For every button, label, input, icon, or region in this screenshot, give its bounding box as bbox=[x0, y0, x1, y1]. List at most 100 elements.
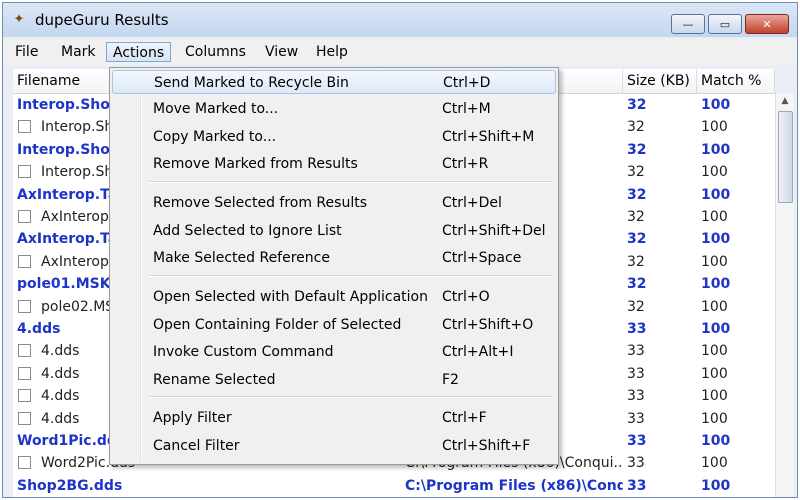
column-header-size[interactable]: Size (KB) bbox=[623, 69, 697, 93]
size-cell: 32 bbox=[627, 186, 647, 203]
menu-item-shortcut: Ctrl+F bbox=[442, 410, 487, 426]
app-icon: ✦ bbox=[13, 12, 25, 27]
menu-item-label: Apply Filter bbox=[153, 410, 232, 426]
size-cell: 33 bbox=[627, 321, 647, 337]
menu-actions[interactable]: Actions bbox=[106, 42, 172, 62]
menu-file[interactable]: File bbox=[9, 42, 44, 62]
match-cell: 100 bbox=[701, 455, 728, 472]
match-cell: 100 bbox=[701, 365, 728, 382]
match-cell: 100 bbox=[701, 186, 731, 203]
close-button[interactable]: ✕ bbox=[745, 14, 789, 34]
mark-checkbox[interactable] bbox=[18, 165, 31, 179]
menu-separator bbox=[148, 396, 552, 398]
menu-item-cancel-filter[interactable]: Cancel Filter Ctrl+Shift+F bbox=[112, 434, 556, 458]
menu-item-label: Copy Marked to... bbox=[153, 129, 277, 145]
menu-item-apply-filter[interactable]: Apply Filter Ctrl+F bbox=[112, 406, 556, 430]
size-cell: 32 bbox=[627, 119, 645, 136]
match-cell: 100 bbox=[701, 410, 728, 427]
size-cell: 32 bbox=[627, 231, 647, 248]
menu-item-send-to-recycle-bin[interactable]: Send Marked to Recycle Bin Ctrl+D bbox=[112, 70, 556, 94]
size-cell: 33 bbox=[627, 365, 645, 382]
menu-item-label: Open Selected with Default Application bbox=[153, 289, 428, 305]
menu-item-invoke-custom-command[interactable]: Invoke Custom Command Ctrl+Alt+I bbox=[112, 340, 556, 364]
mark-checkbox[interactable] bbox=[18, 210, 31, 223]
menu-item-open-with-default-app[interactable]: Open Selected with Default Application Ct… bbox=[112, 285, 556, 309]
size-cell: 33 bbox=[627, 477, 647, 494]
menu-item-label: Send Marked to Recycle Bin bbox=[154, 75, 349, 91]
menu-item-shortcut: Ctrl+O bbox=[442, 289, 490, 305]
scroll-up-icon[interactable]: ▲ bbox=[777, 93, 793, 109]
menu-item-shortcut: Ctrl+Shift+F bbox=[442, 438, 531, 454]
menu-item-open-containing-folder[interactable]: Open Containing Folder of Selected Ctrl+S… bbox=[112, 313, 556, 337]
match-cell: 100 bbox=[701, 298, 728, 315]
match-cell: 100 bbox=[701, 433, 731, 449]
menu-view[interactable]: View bbox=[259, 42, 304, 62]
actions-dropdown-menu: Send Marked to Recycle Bin Ctrl+D Move Mar… bbox=[109, 67, 559, 465]
menu-bar: File Mark Actions Columns View Help bbox=[3, 39, 797, 65]
menu-item-label: Open Containing Folder of Selected bbox=[153, 317, 402, 333]
column-header-match[interactable]: Match % bbox=[697, 69, 775, 93]
match-cell: 100 bbox=[701, 164, 728, 181]
mark-checkbox[interactable] bbox=[18, 344, 31, 358]
match-cell: 100 bbox=[701, 343, 728, 360]
match-cell: 100 bbox=[701, 209, 728, 225]
menu-separator bbox=[148, 181, 552, 183]
size-cell: 32 bbox=[627, 97, 647, 113]
match-cell: 100 bbox=[701, 276, 731, 293]
match-cell: 100 bbox=[701, 477, 731, 494]
mark-checkbox[interactable] bbox=[18, 120, 31, 134]
size-cell: 32 bbox=[627, 276, 647, 293]
size-cell: 33 bbox=[627, 410, 645, 427]
title-bar[interactable]: ✦ dupeGuru Results — ▭ ✕ bbox=[3, 3, 797, 37]
scroll-thumb[interactable] bbox=[778, 111, 793, 203]
size-cell: 32 bbox=[627, 141, 647, 158]
match-cell: 100 bbox=[701, 253, 728, 270]
menu-item-label: Move Marked to... bbox=[153, 101, 279, 117]
mark-checkbox[interactable] bbox=[18, 411, 31, 425]
minimize-button[interactable]: — bbox=[671, 14, 705, 34]
app-window: ✦ dupeGuru Results — ▭ ✕ File Mark Actio… bbox=[2, 2, 798, 498]
menu-item-shortcut: Ctrl+Alt+I bbox=[442, 344, 514, 360]
reference-row[interactable]: Shop2BG.dds C:\Program Files (x86)\Conq..… bbox=[13, 475, 775, 497]
menu-mark[interactable]: Mark bbox=[55, 42, 102, 62]
menu-item-label: Add Selected to Ignore List bbox=[153, 223, 342, 239]
match-cell: 100 bbox=[701, 231, 731, 248]
menu-item-shortcut: Ctrl+R bbox=[442, 156, 489, 172]
match-cell: 100 bbox=[701, 97, 731, 113]
match-cell: 100 bbox=[701, 388, 728, 405]
window-title: dupeGuru Results bbox=[35, 11, 169, 29]
mark-checkbox[interactable] bbox=[18, 456, 31, 470]
menu-separator bbox=[148, 275, 552, 277]
menu-item-label: Cancel Filter bbox=[153, 438, 240, 454]
menu-item-remove-marked[interactable]: Remove Marked from Results Ctrl+R bbox=[112, 152, 556, 176]
menu-item-remove-selected[interactable]: Remove Selected from Results Ctrl+Del bbox=[112, 191, 556, 215]
menu-item-shortcut: Ctrl+Shift+O bbox=[442, 317, 534, 333]
menu-help[interactable]: Help bbox=[310, 42, 354, 62]
menu-item-make-reference[interactable]: Make Selected Reference Ctrl+Space bbox=[112, 246, 556, 270]
size-cell: 33 bbox=[627, 433, 647, 449]
match-cell: 100 bbox=[701, 141, 731, 158]
mark-checkbox[interactable] bbox=[18, 254, 31, 268]
mark-checkbox[interactable] bbox=[18, 389, 31, 403]
menu-item-copy-marked[interactable]: Copy Marked to... Ctrl+Shift+M bbox=[112, 125, 556, 149]
menu-item-add-to-ignore-list[interactable]: Add Selected to Ignore List Ctrl+Shift+De… bbox=[112, 219, 556, 243]
menu-item-shortcut: Ctrl+Shift+M bbox=[442, 129, 535, 145]
match-cell: 100 bbox=[701, 119, 728, 136]
mark-checkbox[interactable] bbox=[18, 366, 31, 380]
mark-checkbox[interactable] bbox=[18, 299, 31, 313]
menu-item-label: Rename Selected bbox=[153, 372, 276, 388]
menu-item-shortcut: F2 bbox=[442, 372, 459, 388]
size-cell: 32 bbox=[627, 164, 645, 181]
menu-item-rename-selected[interactable]: Rename Selected F2 bbox=[112, 368, 556, 392]
size-cell: 32 bbox=[627, 253, 645, 270]
vertical-scrollbar[interactable]: ▲ bbox=[775, 93, 794, 497]
menu-item-label: Invoke Custom Command bbox=[153, 344, 334, 360]
menu-item-shortcut: Ctrl+Del bbox=[442, 195, 502, 211]
menu-item-shortcut: Ctrl+M bbox=[442, 101, 491, 117]
match-cell: 100 bbox=[701, 321, 731, 337]
filename-cell: Shop2BG.dds bbox=[17, 477, 123, 494]
menu-columns[interactable]: Columns bbox=[179, 42, 252, 62]
maximize-button[interactable]: ▭ bbox=[708, 14, 742, 34]
menu-item-move-marked[interactable]: Move Marked to... Ctrl+M bbox=[112, 97, 556, 121]
menu-item-label: Remove Selected from Results bbox=[153, 195, 367, 211]
